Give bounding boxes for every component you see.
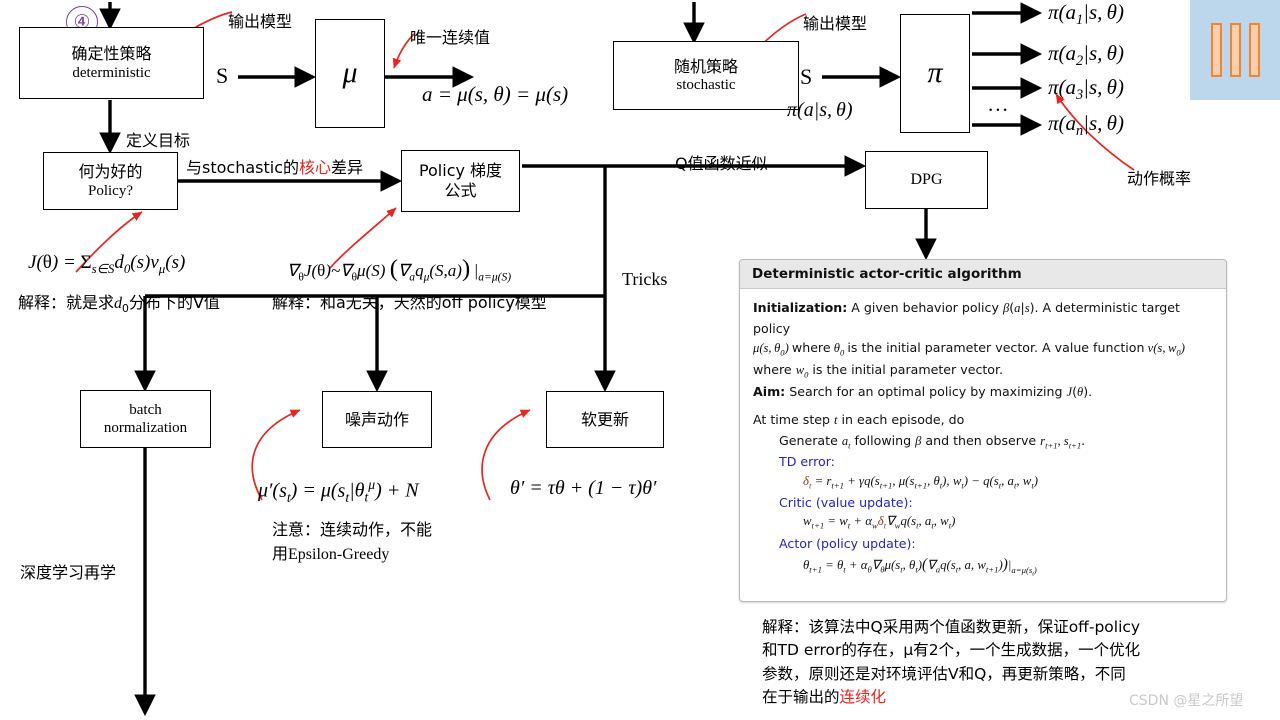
box-batch-norm-line1: batch	[129, 401, 162, 418]
box-policy-gradient-line1: Policy 梯度	[418, 161, 503, 181]
algorithm-body: Initialization: A given behavior policy …	[740, 289, 1226, 590]
algorithm-init-label: Initialization:	[753, 300, 848, 315]
algorithm-actor-equation: θt+1 = θt + αθ∇θμ(st, θt)(∇aq(st, a, wt+…	[803, 556, 1037, 578]
output-pi-a2: π(a2|s, θ)	[1048, 41, 1124, 70]
label-action-probability: 动作概率	[1127, 169, 1192, 188]
box-mu-label: μ	[342, 56, 358, 90]
formula-noise-action: μ′(st) = μ(st|θtμ) + N	[258, 477, 419, 505]
algorithm-critic-label: Critic (value update):	[779, 494, 913, 510]
box-good-policy-line2: Policy?	[88, 182, 133, 199]
label-ellipsis: ...	[988, 92, 1010, 116]
algorithm-critic-equation: wt+1 = wt + αwδt∇wq(st, at, wt)	[803, 514, 956, 532]
box-policy-gradient-line2: 公式	[444, 181, 477, 200]
algorithm-init-text2: μ(s, θ0) where θ0 is the initial paramet…	[753, 340, 1185, 358]
explanation-block: 解释：该算法中Q采用两个值函数更新，保证off-policy 和TD error…	[762, 616, 1140, 709]
note-policy-gradient: 解释：和a无关，天然的off policy模型	[272, 293, 547, 312]
explanation-line3: 参数，原则还是对环境评估V和Q，再更新策略，不同	[762, 664, 1126, 683]
algorithm-spacer	[753, 402, 1213, 410]
box-batch-normalization[interactable]: batch normalization	[80, 390, 211, 448]
box-deterministic-line1: 确定性策略	[71, 44, 152, 64]
box-deterministic-policy[interactable]: 确定性策略 deterministic	[19, 27, 204, 99]
box-good-policy[interactable]: 何为好的 Policy?	[43, 152, 178, 210]
box-stochastic-line1: 随机策略	[673, 56, 738, 76]
explanation-line1: 解释：该算法中Q采用两个值函数更新，保证off-policy	[762, 618, 1141, 636]
label-define-goal: 定义目标	[126, 131, 191, 150]
box-stochastic-line2: stochastic	[676, 77, 736, 94]
box-good-policy-line1: 何为好的	[78, 162, 143, 182]
label-state-s-left: S	[216, 63, 229, 88]
label-tricks: Tricks	[622, 269, 668, 289]
deco-bar-2	[1229, 23, 1241, 77]
core-diff-highlight: 核心	[299, 158, 332, 177]
label-output-model-left: 输出模型	[228, 12, 293, 31]
deco-bar-1	[1210, 23, 1222, 77]
algorithm-loop-line: At time step t in each episode, do	[753, 412, 965, 428]
label-unique-continuous: 唯一连续值	[410, 28, 491, 47]
box-pi[interactable]: π	[900, 14, 970, 133]
algorithm-aim-label: Aim:	[753, 383, 786, 399]
label-state-s-right: S	[800, 64, 813, 89]
algorithm-initialization: Initialization: A given behavior policy …	[753, 298, 1213, 338]
note-objective: 解释：就是求d0分布下的V值	[18, 293, 220, 316]
box-dpg[interactable]: DPG	[865, 151, 988, 209]
output-pi-an: π(an|s, θ)	[1048, 111, 1124, 140]
formula-soft-update: θ′ = τθ + (1 − τ)θ′	[510, 477, 657, 499]
algorithm-init-text3: where w0 is the initial parameter vector…	[753, 361, 1004, 380]
algorithm-td-label: TD error:	[779, 454, 835, 470]
algorithm-aim: Aim: Search for an optimal policy by max…	[753, 382, 1213, 403]
explanation-line2: 和TD error的存在，μ有2个，一个生成数据，一个优化	[762, 641, 1141, 660]
label-q-function-approx: Q值函数近似	[675, 154, 768, 173]
label-pi-input-distribution: π(a|s, θ)	[787, 99, 853, 121]
box-dpg-label: DPG	[910, 171, 943, 189]
explanation-line4: 在于输出的连续化	[762, 688, 886, 706]
box-policy-gradient[interactable]: Policy 梯度 公式	[401, 150, 520, 212]
label-deep-learning-again: 深度学习再学	[20, 563, 117, 582]
algorithm-generate-line: Generate at following β and then observe…	[779, 432, 1086, 451]
csdn-watermark: CSDN @星之所望	[1129, 693, 1244, 709]
decorative-bars-block	[1190, 0, 1280, 100]
diagram-canvas: ④ 确定性策略 deterministic μ 随机策略 stochastic …	[0, 0, 1280, 720]
box-stochastic-policy[interactable]: 随机策略 stochastic	[613, 41, 799, 110]
box-mu[interactable]: μ	[315, 19, 385, 128]
deco-bar-3	[1248, 23, 1260, 77]
core-diff-prefix: 与stochastic的	[186, 158, 299, 177]
note-noise-line1: 注意：连续动作，不能	[272, 520, 433, 539]
algorithm-td-equation: δt = rt+1 + γq(st+1, μ(st+1, θt), wt) − …	[803, 473, 1038, 491]
explanation-line4-highlight: 连续化	[839, 687, 887, 706]
box-deterministic-line2: deterministic	[72, 64, 151, 81]
algorithm-panel: Deterministic actor-critic algorithm Ini…	[739, 259, 1227, 602]
output-pi-a3: π(a3|s, θ)	[1048, 75, 1124, 104]
algorithm-title: Deterministic actor-critic algorithm	[740, 260, 1226, 289]
box-noise-action[interactable]: 噪声动作	[322, 391, 432, 448]
note-noise-line2: 用Epsilon-Greedy	[272, 544, 390, 563]
algorithm-aim-text: Search for an optimal policy by maximizi…	[789, 383, 1093, 399]
box-batch-norm-line2: normalization	[103, 420, 188, 436]
output-pi-a1: π(a1|s, θ)	[1048, 0, 1124, 29]
formula-objective: J(θ) = Σs∈Sd0(s)vμ(s)	[28, 252, 186, 276]
box-soft-update[interactable]: 软更新	[546, 391, 664, 448]
box-pi-label: π	[927, 56, 943, 90]
formula-policy-gradient: ∇θJ(θ)~∇θμ(S) (∇aqμ(S,a)) |a=μ(S)	[287, 255, 512, 284]
core-diff-suffix: 差异	[331, 158, 364, 177]
label-output-model-right: 输出模型	[803, 14, 868, 33]
formula-action-equation: a = μ(s, θ) = μ(s)	[422, 82, 569, 106]
label-core-difference: 与stochastic的核心差异	[186, 154, 363, 178]
algorithm-actor-label: Actor (policy update):	[779, 535, 916, 551]
explanation-line4-prefix: 在于输出的	[762, 687, 840, 706]
box-soft-update-label: 软更新	[580, 409, 629, 429]
box-noise-action-label: 噪声动作	[344, 409, 409, 429]
